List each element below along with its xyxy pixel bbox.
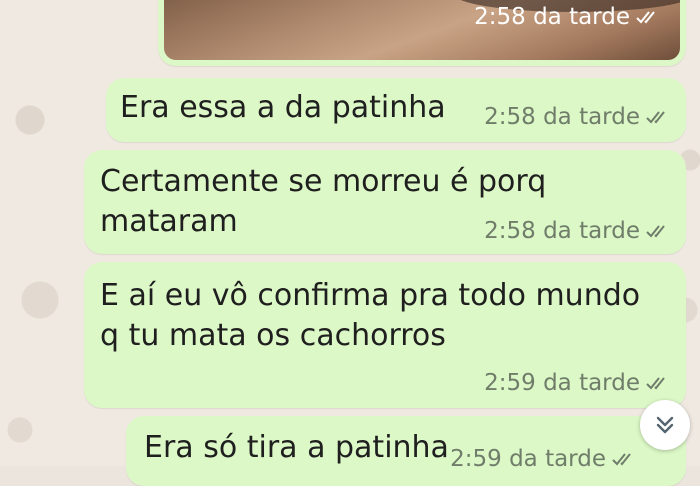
message-time: 2:58 da tarde <box>474 4 630 30</box>
message-time: 2:58 da tarde <box>484 104 640 130</box>
double-check-icon <box>612 453 631 466</box>
message-meta: 2:58 da tarde <box>474 4 660 30</box>
message-time: 2:59 da tarde <box>484 370 640 396</box>
image-message-bubble[interactable]: 2:58 da tarde <box>158 0 686 66</box>
message-time: 2:58 da tarde <box>484 218 640 244</box>
message-meta: 2:59 da tarde <box>484 370 670 396</box>
message-meta: 2:59 da tarde <box>450 446 636 472</box>
message-bubble[interactable]: Certamente se morreu é porq mataram 2:58… <box>84 150 686 254</box>
message-bubble[interactable]: Era só tira a patinha 2:59 da tarde <box>126 416 686 486</box>
message-text: Era essa a da patinha <box>120 90 446 125</box>
message-text: E aí eu vô confirma pra todo mundo q tu … <box>100 278 641 353</box>
message-time: 2:59 da tarde <box>450 446 606 472</box>
message-text: Certamente se morreu é porq mataram <box>100 164 547 239</box>
double-check-icon <box>636 11 655 24</box>
double-check-icon <box>646 225 665 238</box>
message-bubble[interactable]: Era essa a da patinha 2:58 da tarde <box>106 78 686 142</box>
double-check-icon <box>646 111 665 124</box>
message-bubble[interactable]: E aí eu vô confirma pra todo mundo q tu … <box>84 262 686 408</box>
message-meta: 2:58 da tarde <box>484 104 670 130</box>
double-check-icon <box>646 377 665 390</box>
message-text: Era só tira a patinha <box>144 430 449 465</box>
scroll-to-bottom-button[interactable] <box>640 400 690 450</box>
chevron-double-down-icon <box>656 416 674 434</box>
message-meta: 2:58 da tarde <box>484 218 670 244</box>
